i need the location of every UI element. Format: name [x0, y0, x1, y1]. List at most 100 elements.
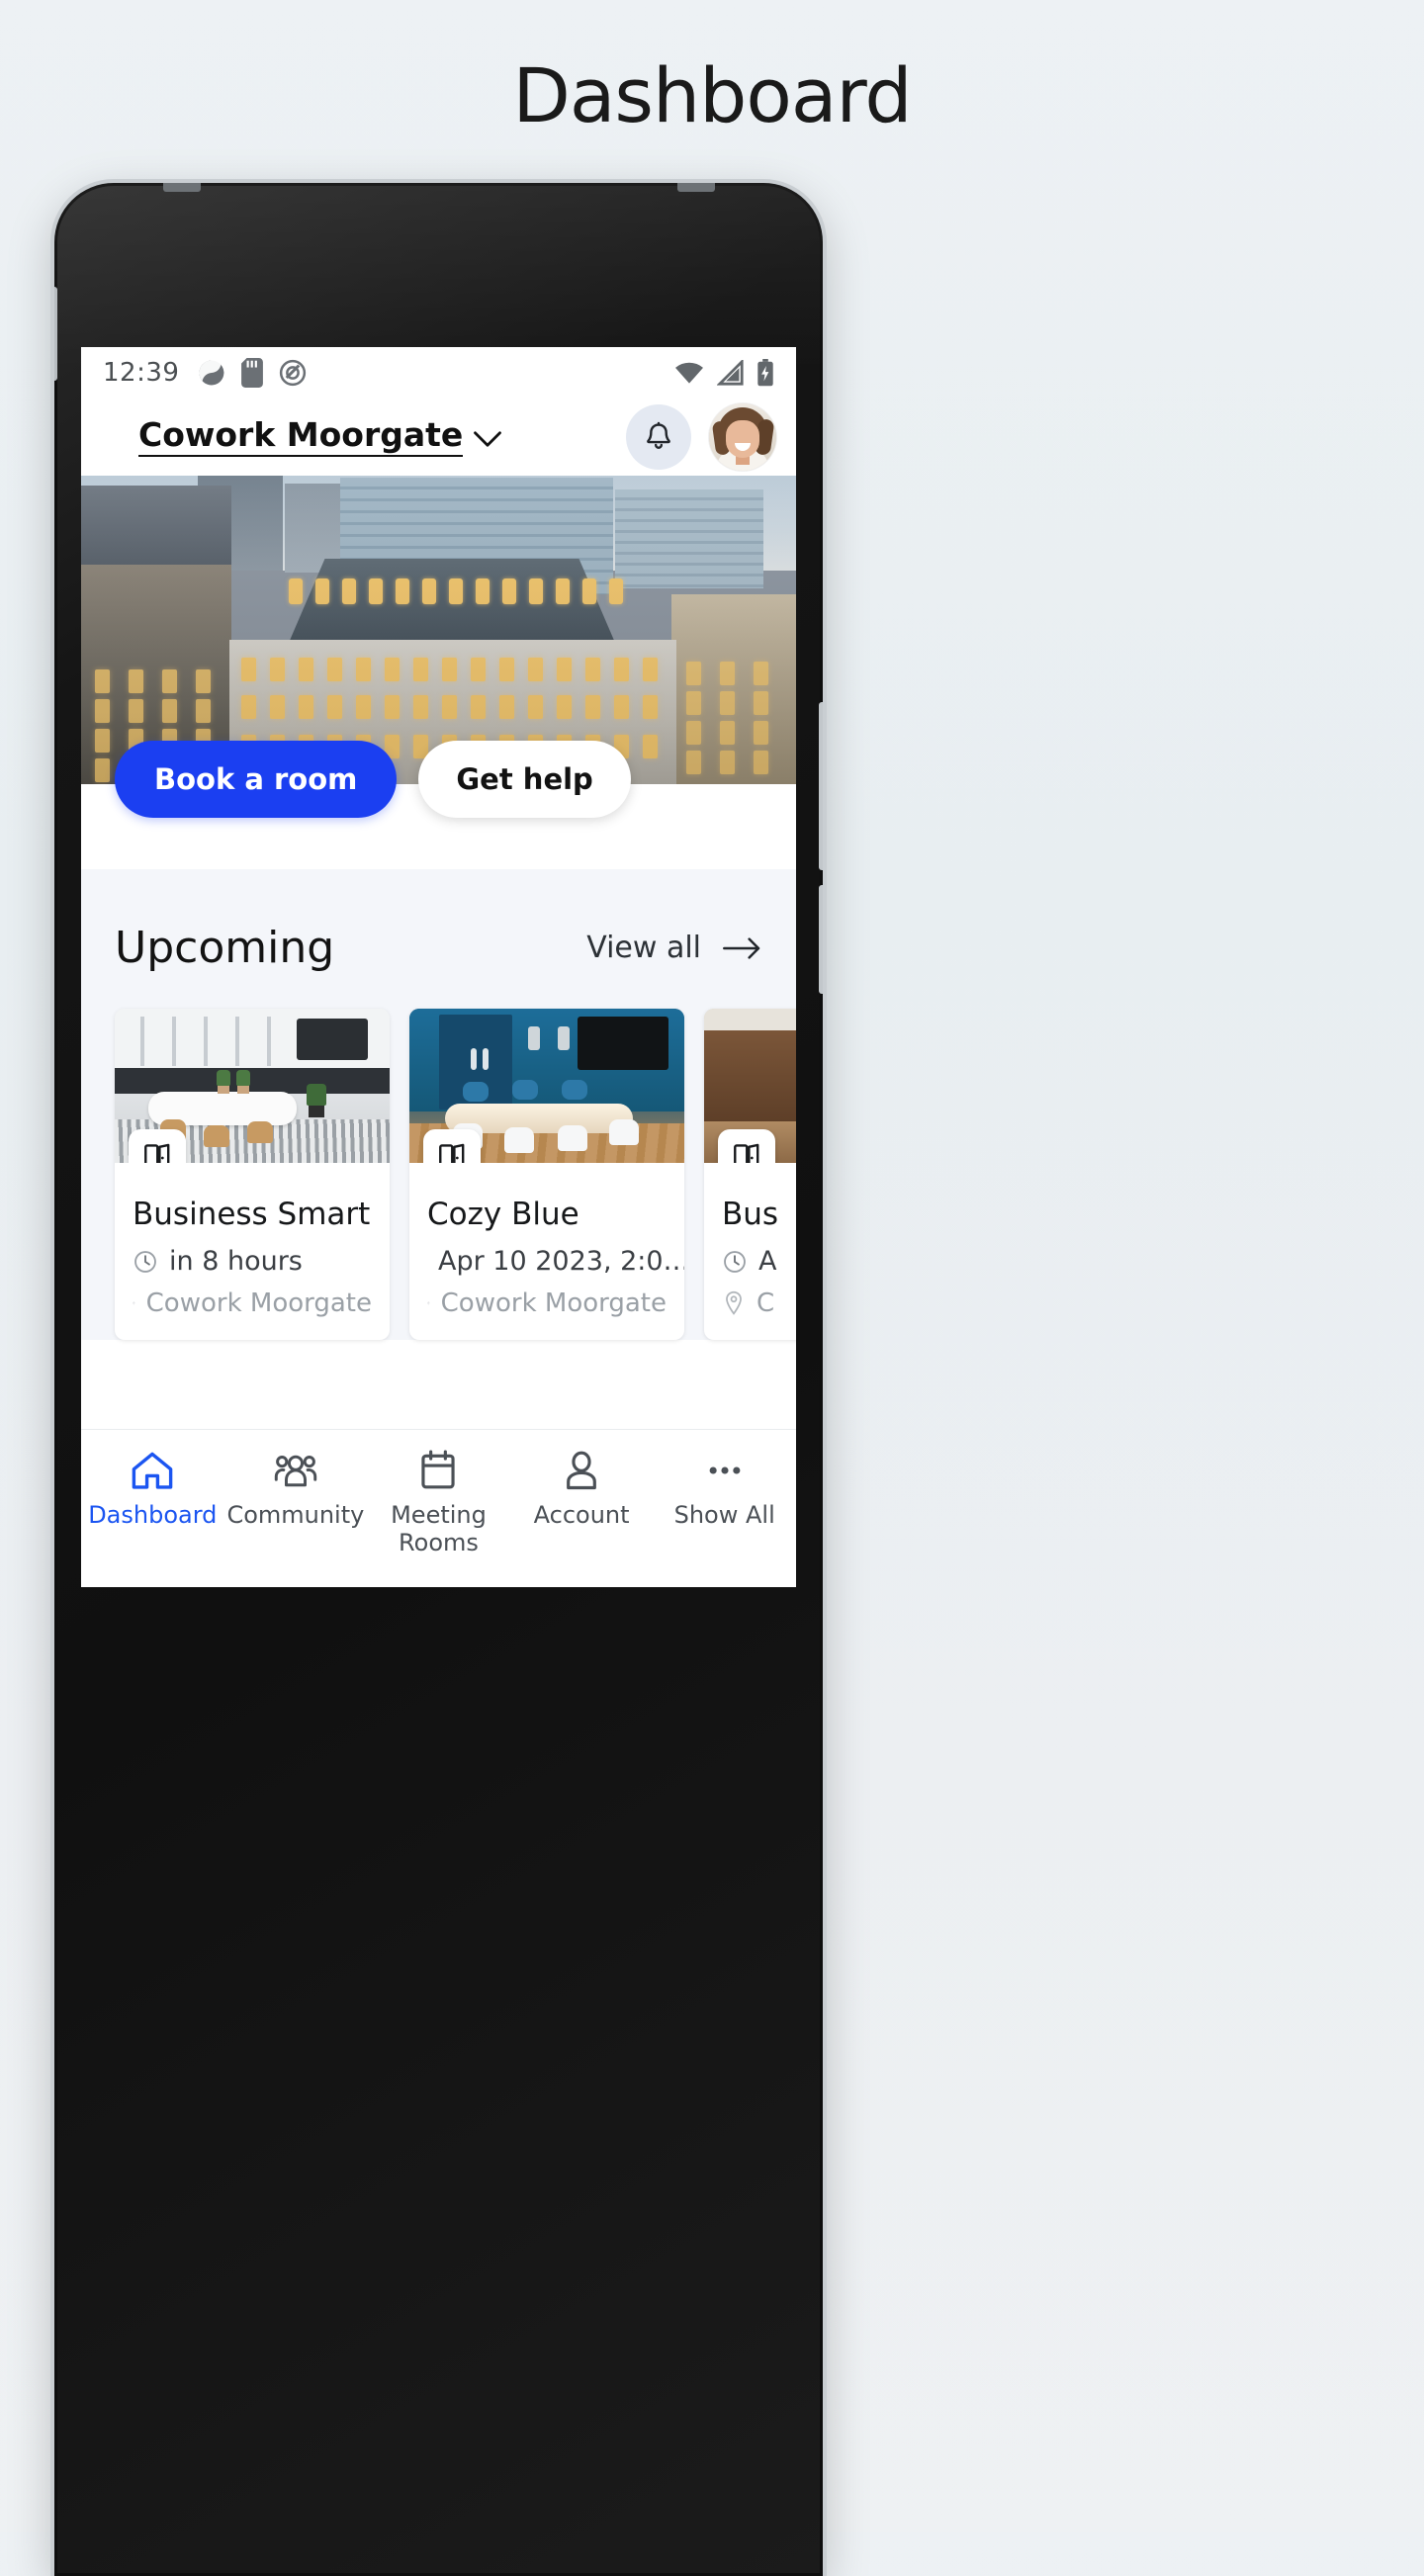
battery-charging-icon: [757, 359, 773, 387]
card2-chair-back: [463, 1082, 489, 1102]
meeting-room-door-icon: [718, 1129, 775, 1163]
card1-slat: [204, 1017, 208, 1066]
sd-card-icon: [241, 358, 264, 388]
map-pin-icon: [726, 1290, 742, 1315]
card1-plant: [236, 1070, 250, 1086]
chevron-down-icon: [474, 431, 502, 447]
nav-item-meeting-rooms[interactable]: Meeting Rooms: [367, 1450, 510, 1557]
card2-chair: [504, 1127, 534, 1153]
map-pin-icon: [427, 1301, 430, 1305]
card2-speaker: [558, 1026, 570, 1050]
people-group-icon: [274, 1455, 317, 1487]
upcoming-title: Upcoming: [115, 923, 335, 973]
location-selector[interactable]: Cowork Moorgate: [138, 417, 502, 457]
status-notification-icons: [197, 358, 308, 388]
bottom-navigation: Dashboard Community Meeting Rooms Accoun…: [81, 1429, 796, 1587]
card2-chair: [609, 1119, 639, 1145]
card3-wall: [704, 1030, 796, 1121]
door-glyph: [144, 1143, 170, 1163]
nav-item-community[interactable]: Community: [224, 1450, 368, 1529]
card3-ceiling: [704, 1009, 796, 1032]
card-image: [115, 1009, 390, 1163]
card-image: [704, 1009, 796, 1163]
cellular-signal-icon: [717, 360, 744, 386]
nav-label: Account: [533, 1501, 630, 1529]
bell-icon: [647, 421, 670, 449]
card-time: Apr 10 2023, 2:0…: [438, 1246, 684, 1277]
card-title: Cozy Blue: [427, 1197, 579, 1232]
card-location-row: Cowork Moorgate: [133, 1288, 372, 1318]
card-location: C: [756, 1288, 775, 1318]
hero-overlay: [81, 476, 796, 784]
nav-item-show-all[interactable]: Show All: [653, 1450, 796, 1529]
card-body: Bus A C: [704, 1163, 796, 1340]
card1-slat: [172, 1017, 176, 1066]
door-glyph: [439, 1143, 465, 1163]
notifications-button[interactable]: [626, 404, 691, 470]
upcoming-header: Upcoming View all: [81, 923, 796, 973]
card1-band: [115, 1068, 390, 1094]
power-button[interactable]: [819, 885, 823, 994]
nav-label: Show All: [673, 1501, 775, 1529]
phone-device-frame: 12:39 Cowork Moorgate Book a room Get he…: [54, 183, 823, 2576]
meeting-room-door-icon: [423, 1129, 481, 1163]
nav-label: Dashboard: [88, 1501, 218, 1529]
card2-chair-back: [512, 1080, 538, 1100]
nav-label: Meeting Rooms: [391, 1501, 487, 1557]
nav-item-account[interactable]: Account: [510, 1450, 654, 1529]
avatar[interactable]: [709, 403, 776, 471]
side-tray: [54, 287, 57, 381]
list-item[interactable]: Bus A C: [704, 1009, 796, 1340]
list-item[interactable]: Business Smart in 8 hours Cowork Moorgat…: [115, 1009, 390, 1340]
card-location: Cowork Moorgate: [440, 1288, 667, 1318]
android-q-icon: [280, 359, 307, 387]
status-time: 12:39: [103, 358, 180, 388]
card-time: in 8 hours: [169, 1246, 303, 1277]
card1-plant: [307, 1084, 326, 1106]
app-header: Cowork Moorgate: [81, 399, 796, 476]
card-title: Bus: [722, 1197, 779, 1232]
card2-chair: [558, 1125, 587, 1151]
door-glyph: [734, 1143, 759, 1163]
list-item[interactable]: Cozy Blue Apr 10 2023, 2:0… Cowork Moorg…: [409, 1009, 684, 1340]
card-time-row: A: [722, 1246, 796, 1277]
meeting-room-door-icon: [129, 1129, 186, 1163]
card1-tv: [297, 1019, 368, 1060]
phone-antenna-left: [163, 183, 201, 192]
card2-handle: [471, 1048, 477, 1070]
card-location: Cowork Moorgate: [145, 1288, 372, 1318]
calendar-icon: [421, 1450, 456, 1489]
card1-slat: [140, 1017, 144, 1066]
card-location-row: Cowork Moorgate: [427, 1288, 667, 1318]
upcoming-section: Upcoming View all Business Smart in 8 ho…: [81, 869, 796, 1340]
nav-item-dashboard[interactable]: Dashboard: [81, 1450, 224, 1529]
view-all-label: View all: [586, 931, 701, 965]
app-sync-icon: [199, 359, 227, 387]
volume-button[interactable]: [819, 702, 823, 870]
card2-chair-back: [562, 1080, 587, 1100]
card-title: Business Smart: [133, 1197, 371, 1232]
home-icon: [132, 1452, 173, 1489]
phone-antenna-right: [677, 183, 715, 192]
phone-screen: 12:39 Cowork Moorgate Book a room Get he…: [81, 347, 796, 1587]
card-body: Cozy Blue Apr 10 2023, 2:0… Cowork Moorg…: [409, 1163, 684, 1340]
card-time-row: Apr 10 2023, 2:0…: [427, 1246, 684, 1277]
clock-icon: [134, 1250, 156, 1273]
arrow-right-icon: [723, 936, 760, 959]
hero-image: [81, 476, 796, 784]
card-location-row: C: [722, 1288, 796, 1318]
location-name: Cowork Moorgate: [138, 417, 464, 457]
card-image: [409, 1009, 684, 1163]
status-system-icons: [673, 359, 774, 387]
card-time-row: in 8 hours: [133, 1246, 372, 1277]
card1-pot: [309, 1104, 324, 1117]
card2-tv: [578, 1017, 668, 1070]
card1-chair: [204, 1125, 229, 1147]
card-time: A: [758, 1246, 777, 1277]
view-all-button[interactable]: View all: [586, 931, 762, 965]
card1-slat: [235, 1017, 239, 1066]
card-body: Business Smart in 8 hours Cowork Moorgat…: [115, 1163, 390, 1340]
get-help-button[interactable]: Get help: [418, 741, 631, 818]
book-a-room-button[interactable]: Book a room: [115, 741, 398, 818]
status-bar: 12:39: [81, 347, 796, 399]
